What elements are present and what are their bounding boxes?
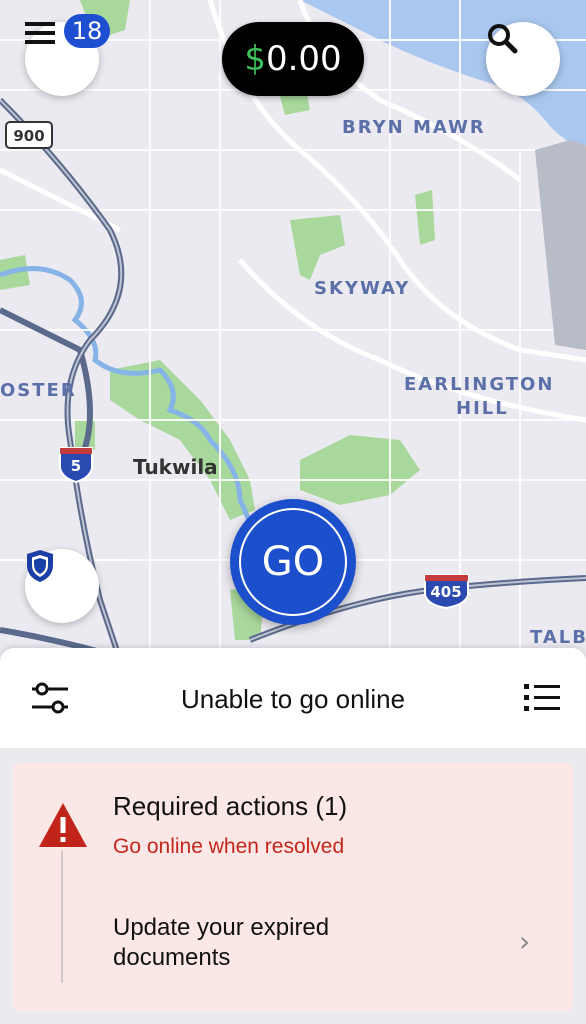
i5-shield-label: 5 (71, 457, 81, 475)
update-documents-item[interactable]: Update your expired documents (113, 913, 433, 973)
go-online-button[interactable]: GO (230, 499, 356, 625)
map-label-earlington: EARLINGTON (404, 374, 555, 395)
earnings-amount: 0.00 (265, 39, 342, 79)
required-actions-title: Required actions (1) (113, 791, 348, 821)
search-icon (488, 24, 518, 54)
map-label-skyway: SKYWAY (314, 278, 411, 299)
update-documents-line1: Update your expired (113, 914, 330, 941)
required-actions-card[interactable]: Required actions (1) Go online when reso… (13, 763, 573, 1011)
chevron-right-icon[interactable]: › (519, 925, 530, 958)
map-label-foster: OSTER (0, 380, 77, 401)
go-button-label: GO (239, 508, 347, 616)
notification-badge[interactable]: 18 (64, 14, 110, 48)
bottom-panel: Required actions (1) Go online when reso… (0, 748, 586, 1024)
map-label-bryn-mawr: BRYN MAWR (342, 117, 486, 138)
map-label-tukwila: Tukwila (133, 455, 218, 479)
trip-planner-button[interactable] (522, 682, 562, 714)
required-actions-subtitle: Go online when resolved (113, 835, 345, 858)
update-documents-line2: documents (113, 944, 231, 971)
earnings-pill[interactable]: $0.00 (222, 22, 364, 96)
safety-toolkit-button[interactable] (25, 549, 99, 623)
i405-shield-label: 405 (430, 583, 461, 601)
timeline-line (61, 851, 63, 983)
status-bar: Unable to go online (0, 648, 586, 748)
shield-icon (27, 550, 53, 582)
map[interactable]: 5 405 900 BRYN MAWR SKYWAY EARLINGTON HI… (0, 0, 586, 660)
list-icon (524, 684, 560, 711)
search-button[interactable] (486, 22, 560, 96)
warning-triangle-icon (39, 803, 87, 847)
earnings-currency: $ (244, 39, 266, 79)
sr900-shield-label: 900 (13, 127, 44, 145)
map-label-hill: HILL (456, 398, 509, 419)
status-title: Unable to go online (180, 684, 406, 714)
hamburger-menu-icon (25, 22, 55, 44)
map-label-talb: TALB (530, 627, 586, 648)
